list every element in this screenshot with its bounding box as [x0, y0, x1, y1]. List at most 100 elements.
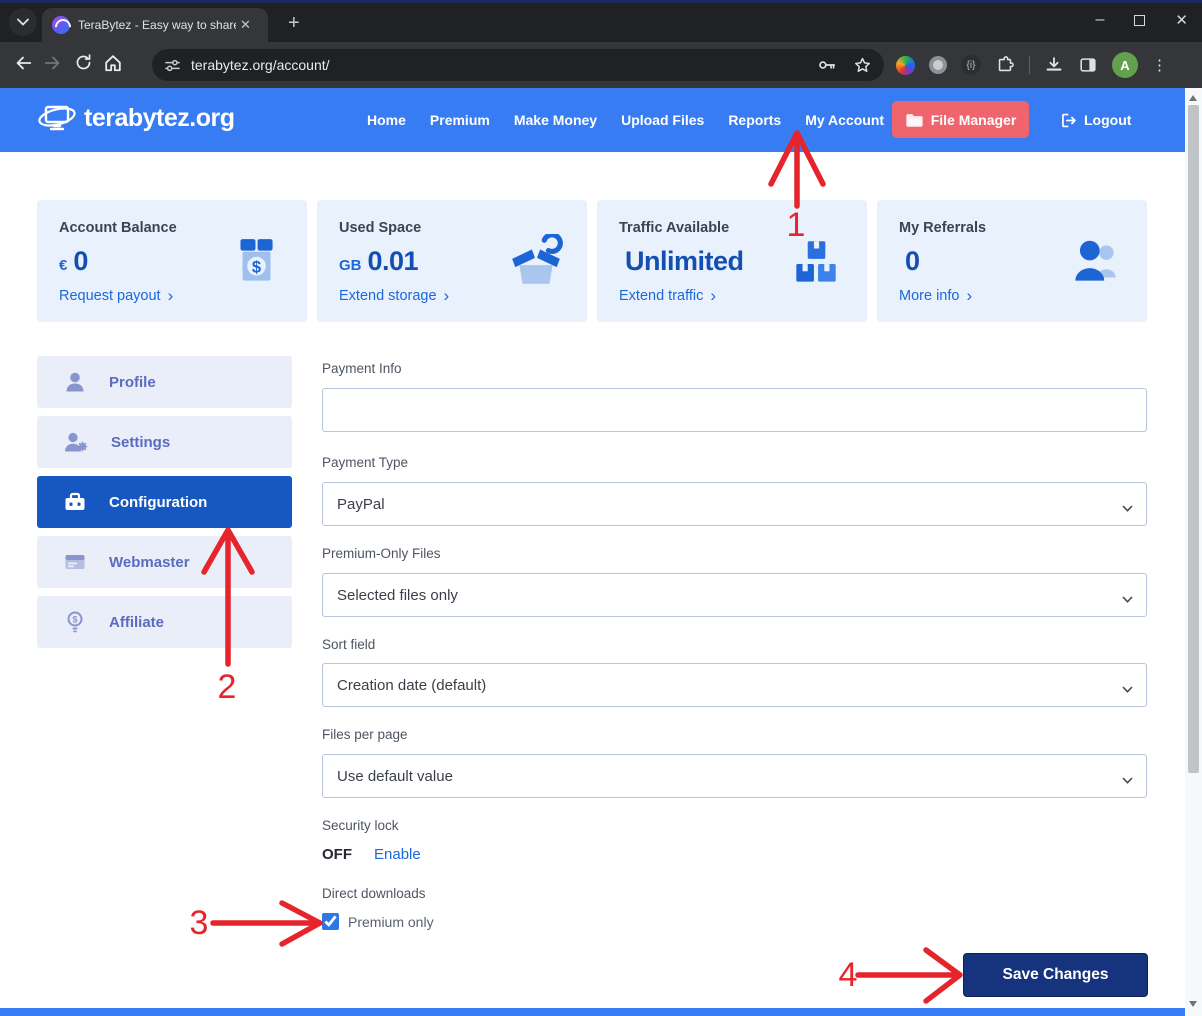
payment-info-input[interactable]	[322, 388, 1147, 432]
sidebar-item-profile[interactable]: Profile	[37, 356, 292, 408]
profile-avatar[interactable]: A	[1112, 52, 1138, 78]
page-scrollbar[interactable]	[1185, 88, 1202, 1016]
payment-type-label: Payment Type	[322, 455, 408, 470]
nav-link-upload-files[interactable]: Upload Files	[621, 112, 704, 128]
dollar-box-icon: $	[227, 234, 285, 292]
sidebar-item-label: Affiliate	[109, 614, 164, 631]
extension-dot-icon[interactable]	[929, 56, 947, 74]
scrollbar-down-arrow[interactable]	[1189, 1001, 1197, 1007]
browser-tab[interactable]: TeraBytez - Easy way to share y ✕	[42, 8, 268, 42]
downloads-icon[interactable]	[1044, 55, 1064, 75]
browser-chrome: TeraBytez - Easy way to share y ✕ + – ✕	[0, 0, 1202, 88]
card-unit: GB	[339, 257, 362, 274]
payment-type-select[interactable]: PayPal	[322, 482, 1147, 526]
password-key-icon[interactable]	[817, 55, 837, 75]
more-info-link[interactable]: More info›	[899, 288, 972, 304]
extensions-puzzle-icon[interactable]	[995, 55, 1015, 75]
card-link-label: Extend storage	[339, 288, 437, 304]
url-bar[interactable]: terabytez.org/account/	[152, 49, 884, 81]
nav-link-reports[interactable]: Reports	[728, 112, 781, 128]
browser-menu-icon[interactable]: ⋮	[1152, 56, 1167, 74]
stacked-boxes-icon	[787, 234, 845, 292]
folder-icon	[905, 112, 923, 128]
files-per-page-select[interactable]: Use default value	[322, 754, 1147, 798]
premium-only-files-select[interactable]: Selected files only	[322, 573, 1147, 617]
sidebar-item-webmaster[interactable]: Webmaster	[37, 536, 292, 588]
url-text[interactable]: terabytez.org/account/	[191, 57, 817, 73]
reload-button[interactable]	[68, 53, 98, 77]
nav-link-make-money[interactable]: Make Money	[514, 112, 597, 128]
window-close-button[interactable]: ✕	[1175, 11, 1188, 29]
premium-only-files-select-wrap: Selected files only	[322, 573, 1147, 617]
card-link-label: Request payout	[59, 288, 161, 304]
sidebar-item-affiliate[interactable]: $ Affiliate	[37, 596, 292, 648]
tab-close-icon[interactable]: ✕	[240, 17, 251, 33]
logout-link[interactable]: Logout	[1060, 88, 1131, 152]
direct-downloads-row: Premium only	[322, 913, 434, 930]
tab-search-button[interactable]	[9, 8, 37, 36]
card-unit: €	[59, 257, 67, 274]
nav-link-home[interactable]: Home	[367, 112, 406, 128]
logout-icon	[1060, 112, 1077, 129]
home-button[interactable]	[98, 53, 128, 78]
monitor-orbit-icon	[38, 100, 80, 136]
scrollbar-thumb[interactable]	[1188, 105, 1199, 773]
payment-info-label: Payment Info	[322, 361, 402, 376]
nav-link-my-account[interactable]: My Account	[805, 112, 884, 128]
extend-storage-link[interactable]: Extend storage ›	[339, 288, 449, 304]
security-lock-label: Security lock	[322, 818, 399, 833]
extend-traffic-link[interactable]: Extend traffic›	[619, 288, 716, 304]
svg-text:$: $	[72, 615, 77, 625]
card-link-label: Extend traffic	[619, 288, 703, 304]
window-minimize-button[interactable]: –	[1096, 11, 1105, 29]
site-navbar: terabytez.org Home Premium Make Money Up…	[0, 88, 1185, 152]
back-button[interactable]	[8, 53, 38, 78]
security-lock-status: OFF	[322, 846, 352, 863]
annotation-number-2: 2	[212, 668, 242, 707]
chevron-right-icon: ›	[444, 289, 450, 303]
nav-link-premium[interactable]: Premium	[430, 112, 490, 128]
premium-only-checkbox[interactable]	[322, 913, 339, 930]
page-footer-strip	[0, 1008, 1185, 1016]
chevron-down-icon	[17, 18, 29, 26]
premium-only-checkbox-label[interactable]: Premium only	[348, 914, 434, 930]
security-lock-enable-link[interactable]: Enable	[374, 846, 421, 863]
my-referrals-card: My Referrals 0 More info›	[877, 200, 1147, 322]
sidebar-item-label: Profile	[109, 374, 156, 391]
annotation-number-3: 3	[184, 904, 214, 943]
window-maximize-button[interactable]	[1134, 15, 1145, 26]
forward-button[interactable]	[38, 53, 68, 78]
nav-links: Home Premium Make Money Upload Files Rep…	[367, 88, 884, 152]
files-per-page-label: Files per page	[322, 727, 408, 742]
bulb-dollar-icon: $	[63, 610, 87, 634]
chevron-right-icon: ›	[966, 289, 972, 303]
site-logo[interactable]: terabytez.org	[38, 100, 234, 136]
sort-field-select[interactable]: Creation date (default)	[322, 663, 1147, 707]
sidebar-item-settings[interactable]: Settings	[37, 416, 292, 468]
browser-window-icon	[63, 550, 87, 574]
request-payout-link[interactable]: Request payout ›	[59, 288, 173, 304]
sidebar-item-configuration[interactable]: Configuration	[37, 476, 292, 528]
chevron-right-icon: ›	[168, 289, 174, 303]
sidebar-item-label: Webmaster	[109, 554, 190, 571]
open-box-icon	[507, 234, 565, 292]
idm-extension-icon[interactable]	[896, 56, 915, 75]
sort-field-select-wrap: Creation date (default)	[322, 663, 1147, 707]
files-per-page-select-wrap: Use default value	[322, 754, 1147, 798]
card-value: 0	[905, 246, 920, 277]
card-value: Unlimited	[625, 246, 744, 277]
bookmark-star-icon[interactable]	[853, 56, 872, 75]
scrollbar-up-arrow[interactable]	[1189, 95, 1197, 101]
traffic-available-card: Traffic Available Unlimited Extend traff…	[597, 200, 867, 322]
site-favicon	[52, 16, 70, 34]
site-controls-icon[interactable]	[164, 57, 181, 74]
braces-extension-icon[interactable]: {i}	[961, 55, 981, 75]
direct-downloads-label: Direct downloads	[322, 886, 426, 901]
file-manager-button[interactable]: File Manager	[892, 101, 1029, 138]
side-panel-icon[interactable]	[1078, 55, 1098, 75]
save-changes-button[interactable]: Save Changes	[963, 953, 1148, 997]
brand-text: terabytez.org	[84, 104, 234, 133]
tab-strip: TeraBytez - Easy way to share y ✕ + – ✕	[0, 3, 1202, 42]
svg-text:$: $	[252, 257, 261, 276]
new-tab-button[interactable]: +	[288, 13, 300, 33]
